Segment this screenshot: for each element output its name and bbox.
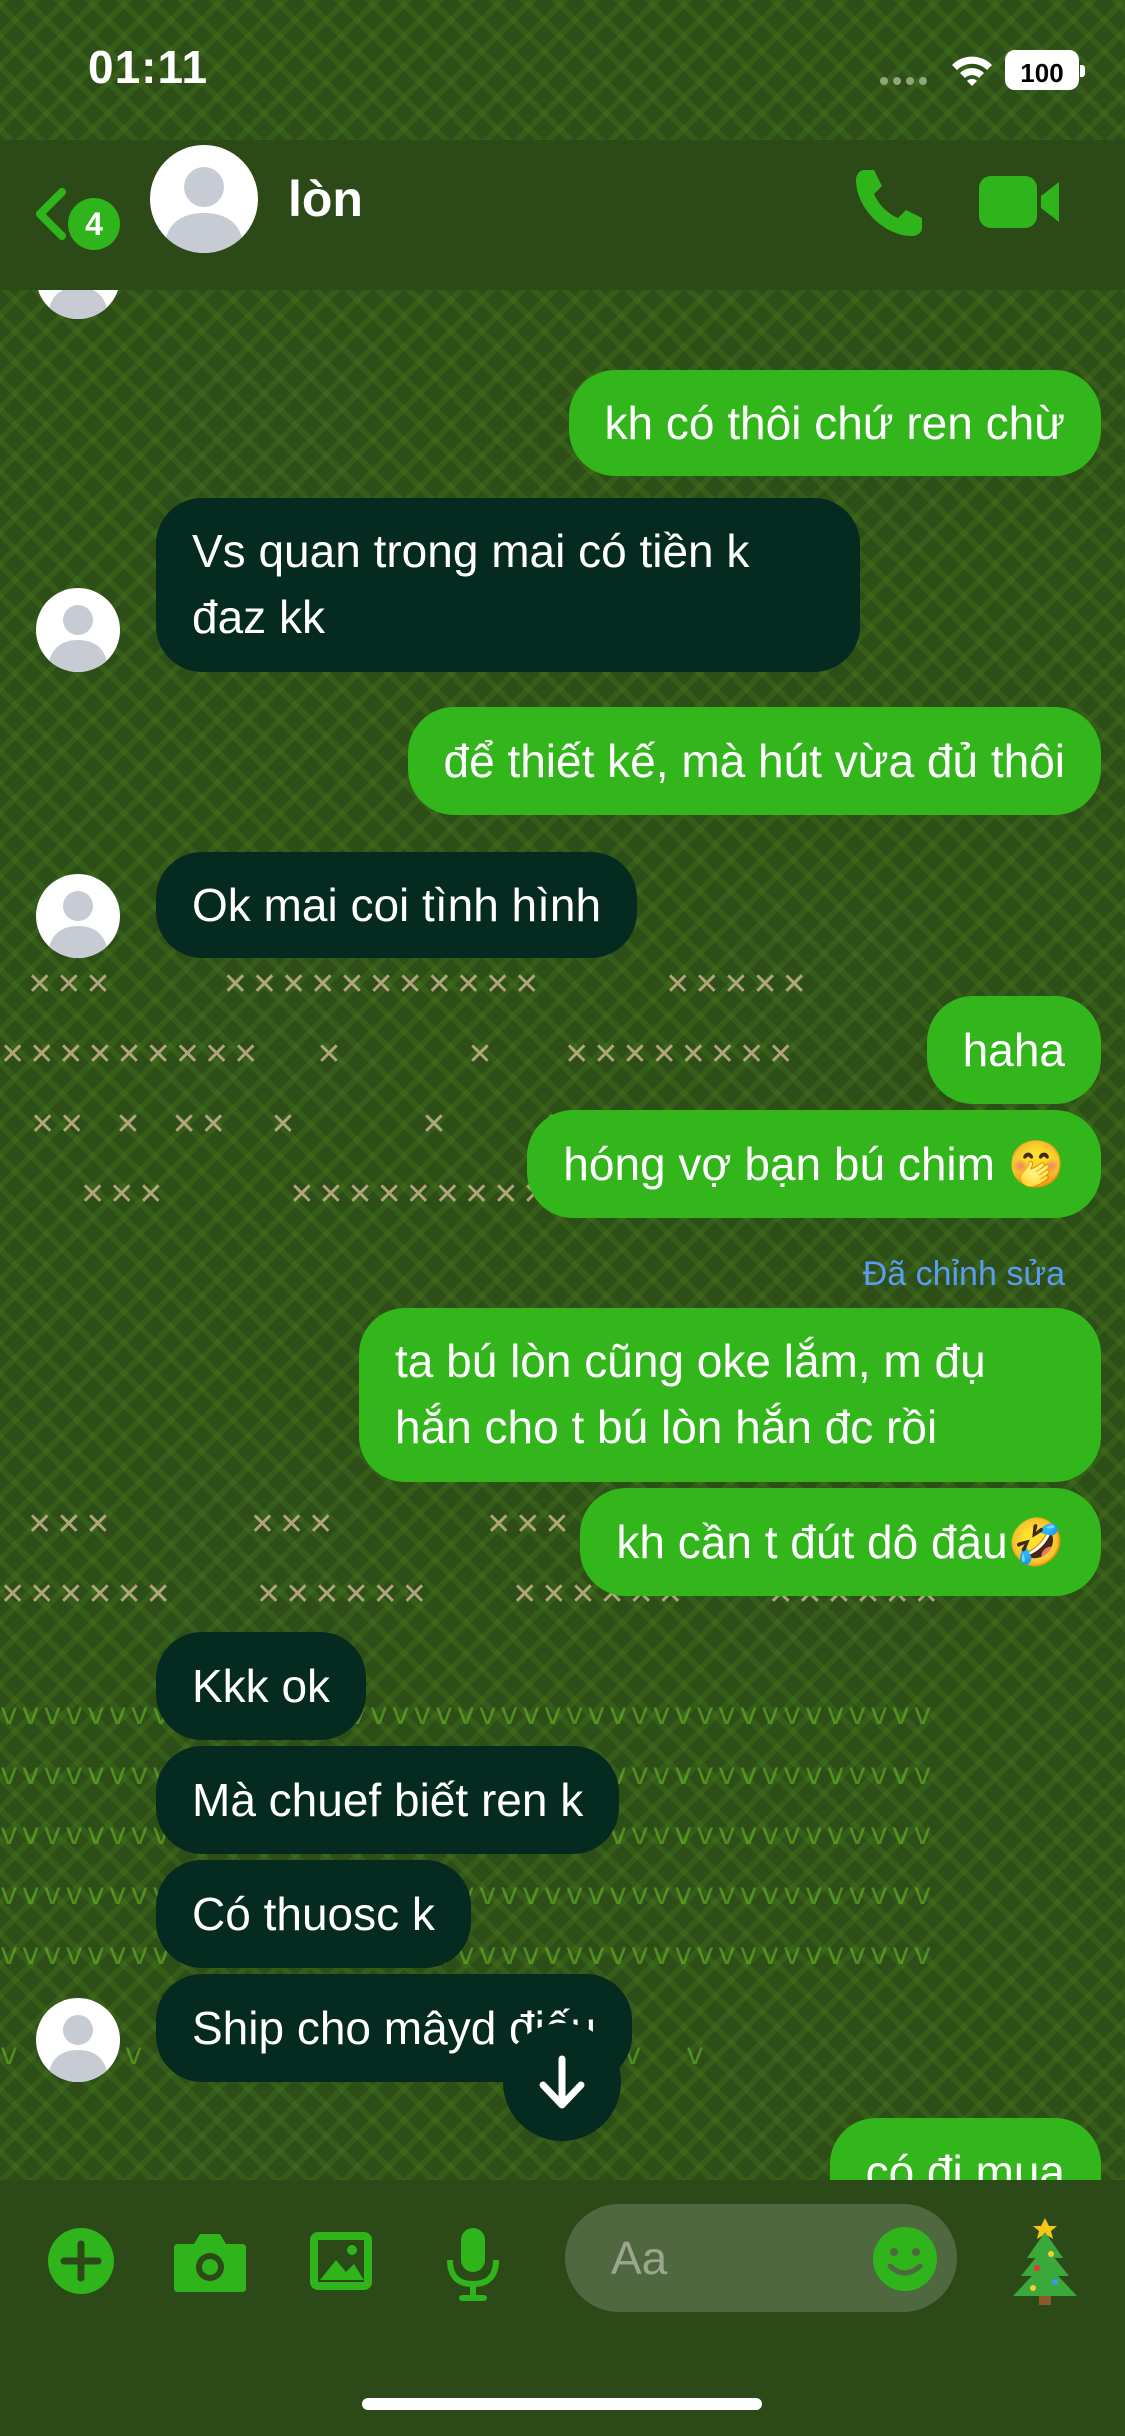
voice-call-button[interactable]: [850, 162, 930, 242]
video-call-button[interactable]: [975, 166, 1065, 238]
message-bubble-incoming[interactable]: Có thuosc k: [156, 1860, 471, 1968]
christmas-tree-icon: [1013, 2218, 1077, 2305]
message-bubble-outgoing[interactable]: ta bú lòn cũng oke lắm, m đụ hắn cho t b…: [359, 1308, 1101, 1482]
person-icon: [48, 2015, 108, 2082]
knit-pattern: vvvvvvvvvvvvvvvvvvvvvvvvvvvvvvvvvvvvvvvv…: [0, 1697, 936, 1732]
message-bubble-incoming[interactable]: Ok mai coi tình hình: [156, 852, 638, 958]
battery-indicator: 100: [1005, 50, 1085, 90]
phone-icon: [856, 170, 922, 236]
knit-pattern: ✕✕✕ ✕✕✕✕✕✕✕✕✕✕✕ ✕✕✕✕✕: [0, 967, 811, 1002]
edited-label: Đã chỉnh sửa: [862, 1255, 1065, 1293]
status-bar: 01:11 100: [0, 0, 1125, 140]
camera-button[interactable]: [170, 2224, 246, 2298]
message-bubble-incoming[interactable]: Mà chuef biết ren k: [156, 1746, 620, 1854]
composer-bar: [0, 2180, 1125, 2436]
contact-name[interactable]: lòn: [288, 170, 363, 228]
scroll-to-bottom-button[interactable]: [503, 2023, 621, 2141]
smiley-icon: [873, 2227, 937, 2291]
message-bubble-incoming[interactable]: Vs quan trong mai có tiền k đaz kk: [156, 498, 860, 672]
message-bubble-outgoing[interactable]: kh cần t đút dô đâu🤣: [580, 1488, 1101, 1596]
person-icon: [164, 167, 244, 253]
microphone-icon: [447, 2228, 499, 2301]
home-indicator: [362, 2398, 762, 2410]
person-icon: [48, 605, 108, 672]
person-icon: [48, 891, 108, 958]
contact-avatar[interactable]: [150, 145, 258, 253]
microphone-button[interactable]: [436, 2224, 510, 2301]
chevron-left-icon: [36, 188, 66, 240]
message-bubble-outgoing[interactable]: haha: [926, 996, 1101, 1104]
wifi-icon: [952, 56, 992, 86]
avatar[interactable]: [36, 1998, 120, 2082]
add-button[interactable]: [44, 2224, 118, 2298]
plus-circle-icon: [48, 2228, 114, 2294]
back-button[interactable]: 4: [24, 168, 134, 250]
knit-pattern: ✕✕✕✕✕✕✕✕✕ ✕ ✕ ✕✕✕✕✕✕✕✕: [0, 1037, 798, 1072]
knit-pattern: vvvvvvvvvvvvvvvvvvvvvvvvvvvvvvvvvvvvvvvv…: [0, 1937, 936, 1972]
signal-icon: [880, 72, 938, 85]
emoji-button[interactable]: [870, 2224, 940, 2294]
message-bubble-outgoing[interactable]: hóng vợ bạn bú chim 🤭: [527, 1110, 1101, 1218]
status-time: 01:11: [88, 41, 209, 93]
message-bubble-outgoing[interactable]: kh có thôi chứ ren chừ: [568, 370, 1101, 476]
camera-icon: [174, 2234, 246, 2292]
message-bubble-incoming[interactable]: Kkk ok: [156, 1632, 367, 1740]
arrow-down-icon: [539, 2055, 585, 2109]
gallery-button[interactable]: [304, 2224, 378, 2298]
avatar[interactable]: [36, 588, 120, 672]
unread-badge: 4: [68, 198, 120, 250]
image-icon: [310, 2232, 372, 2290]
chat-header: 4 lòn: [0, 140, 1125, 290]
theme-button[interactable]: [1005, 2216, 1085, 2306]
video-camera-icon: [979, 176, 1059, 228]
message-bubble-outgoing[interactable]: để thiết kế, mà hút vừa đủ thôi: [407, 707, 1101, 815]
avatar[interactable]: [36, 874, 120, 958]
